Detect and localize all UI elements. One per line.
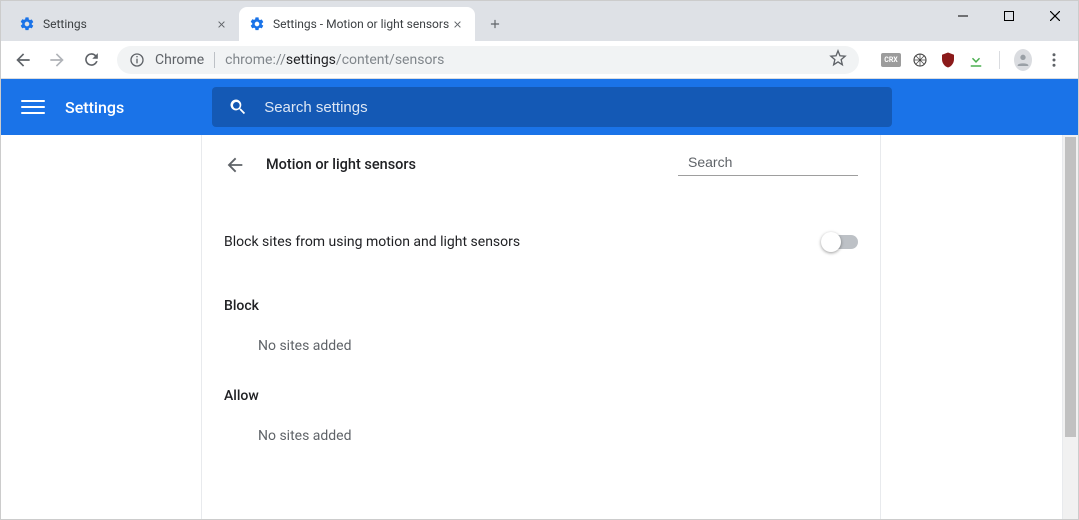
block-heading: Block bbox=[224, 298, 858, 314]
toggle-label: Block sites from using motion and light … bbox=[224, 234, 520, 250]
scrollbar-area bbox=[881, 135, 1078, 519]
inline-search[interactable] bbox=[678, 153, 858, 176]
sensors-block-toggle-row: Block sites from using motion and light … bbox=[202, 194, 880, 264]
site-info-icon[interactable] bbox=[129, 52, 145, 68]
inline-search-input[interactable] bbox=[688, 154, 869, 170]
nav-forward-button[interactable] bbox=[43, 46, 71, 74]
settings-search-input[interactable] bbox=[264, 99, 876, 116]
address-bar[interactable]: Chrome chrome://settings/content/sensors bbox=[117, 46, 859, 74]
block-section: Block No sites added bbox=[202, 298, 880, 354]
minimize-button[interactable] bbox=[940, 1, 986, 31]
tab-settings-1[interactable]: Settings bbox=[9, 7, 239, 41]
reload-button[interactable] bbox=[77, 46, 105, 74]
page-title: Motion or light sensors bbox=[266, 156, 658, 173]
extension-download-icon[interactable] bbox=[967, 51, 985, 69]
tab-settings-2-active[interactable]: Settings - Motion or light sensors bbox=[239, 7, 475, 41]
vertical-scrollbar[interactable] bbox=[1062, 135, 1078, 519]
browser-toolbar: Chrome chrome://settings/content/sensors… bbox=[1, 41, 1078, 79]
allow-heading: Allow bbox=[224, 388, 858, 404]
separator bbox=[999, 51, 1000, 69]
sensors-block-toggle[interactable] bbox=[824, 235, 858, 249]
omnibox-url: chrome://settings/content/sensors bbox=[225, 52, 829, 68]
settings-panel: Motion or light sensors Block sites from… bbox=[201, 135, 881, 519]
nav-back-button[interactable] bbox=[9, 46, 37, 74]
bookmark-star-icon[interactable] bbox=[829, 49, 847, 71]
app-title: Settings bbox=[65, 98, 124, 117]
back-arrow-icon[interactable] bbox=[224, 154, 246, 176]
hamburger-menu-icon[interactable] bbox=[21, 95, 45, 119]
omnibox-scheme-label: Chrome bbox=[155, 52, 215, 68]
close-icon[interactable] bbox=[213, 16, 229, 32]
allow-section: Allow No sites added bbox=[202, 388, 880, 444]
close-icon[interactable] bbox=[449, 16, 465, 32]
extension-shield-icon[interactable] bbox=[939, 51, 957, 69]
extension-crx-icon[interactable]: CRX bbox=[881, 53, 901, 67]
new-tab-button[interactable] bbox=[481, 10, 509, 38]
settings-search-bar[interactable] bbox=[212, 87, 892, 127]
settings-app-header: Settings bbox=[1, 79, 1078, 135]
gear-icon bbox=[249, 16, 265, 32]
tab-title: Settings - Motion or light sensors bbox=[273, 17, 449, 31]
scrollbar-thumb[interactable] bbox=[1065, 137, 1076, 437]
browser-titlebar: Settings Settings - Motion or light sens… bbox=[1, 1, 1078, 41]
window-close-button[interactable] bbox=[1032, 1, 1078, 31]
profile-avatar[interactable] bbox=[1014, 51, 1032, 69]
tab-title: Settings bbox=[43, 17, 213, 31]
window-controls bbox=[940, 1, 1078, 31]
search-icon bbox=[228, 97, 248, 117]
extension-mesh-icon[interactable] bbox=[911, 51, 929, 69]
extension-icons: CRX bbox=[871, 46, 1070, 74]
content-area: Motion or light sensors Block sites from… bbox=[1, 135, 1078, 519]
toggle-knob bbox=[821, 232, 841, 252]
allow-empty-text: No sites added bbox=[224, 428, 858, 444]
tab-strip: Settings Settings - Motion or light sens… bbox=[9, 1, 509, 41]
gear-icon bbox=[19, 16, 35, 32]
section-header: Motion or light sensors bbox=[202, 135, 880, 194]
block-empty-text: No sites added bbox=[224, 338, 858, 354]
maximize-button[interactable] bbox=[986, 1, 1032, 31]
kebab-menu-icon[interactable] bbox=[1042, 46, 1066, 74]
